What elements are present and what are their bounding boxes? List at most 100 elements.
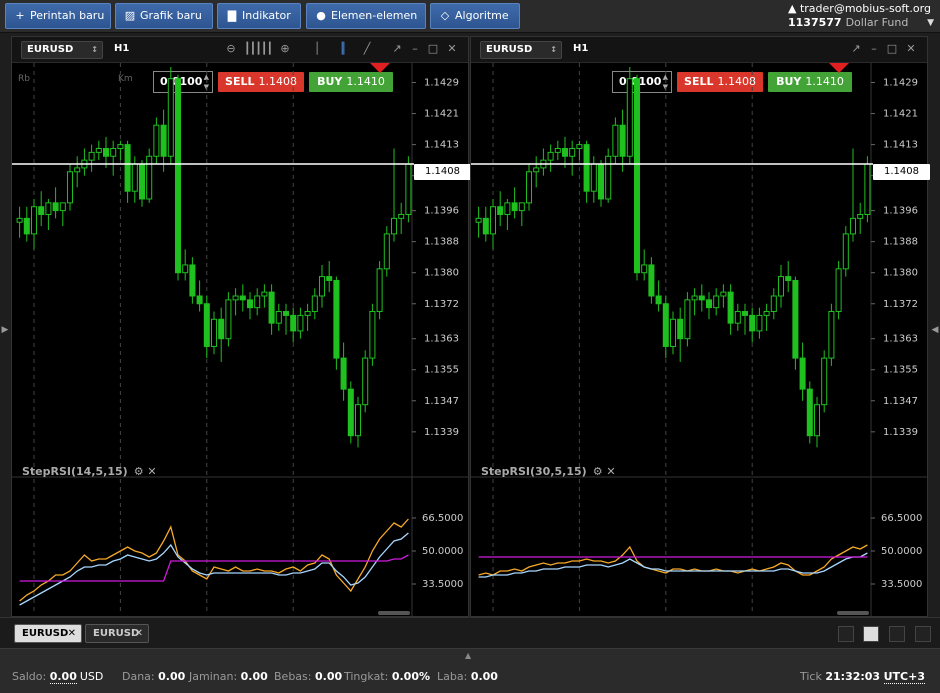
candle-body: [131, 163, 138, 192]
indicator-title: StepRSI(30,5,15): [481, 465, 587, 478]
plus-icon: +: [15, 9, 25, 22]
price-tick-label: 1.1396: [883, 206, 918, 217]
candle-body: [828, 311, 835, 359]
candle-body: [561, 148, 569, 157]
bar-chart-type-icon[interactable]: │: [310, 42, 324, 56]
candle-body: [576, 144, 583, 150]
account-email: trader@mobius-soft.org: [799, 2, 931, 15]
candle-body: [290, 314, 297, 332]
dana-item: Dana: 0.00: [122, 670, 185, 683]
candle-body: [45, 202, 52, 215]
symbol-value: EURUSD: [27, 44, 74, 55]
right-collapse-icon[interactable]: ◀: [930, 320, 940, 340]
timezone-value[interactable]: UTC+3: [883, 670, 925, 684]
chevron-down-icon[interactable]: ▼: [927, 16, 934, 30]
candle-body: [705, 299, 713, 309]
layout-columns-icon[interactable]: [889, 626, 905, 642]
new-chart-button[interactable]: ▨ Grafik baru: [115, 3, 213, 29]
layout-single-icon[interactable]: [838, 626, 854, 642]
maximize-icon[interactable]: □: [426, 42, 440, 56]
close-tab-icon[interactable]: ✕: [135, 625, 143, 642]
candle-body: [497, 206, 504, 215]
candle-body: [275, 311, 282, 324]
left-collapse-icon[interactable]: ▶: [0, 320, 10, 340]
layout-grid-icon[interactable]: [863, 626, 879, 642]
price-chart[interactable]: 24 Okt 22:0025 Okt 10:0025 Okt 22:0026 O…: [471, 63, 927, 616]
tick-item: Tick 21:32:03 UTC+3: [800, 670, 925, 684]
candle-body: [59, 202, 66, 212]
laba-value: 0.00: [470, 670, 498, 683]
price-tick-label: 1.1372: [424, 299, 459, 310]
close-tab-icon[interactable]: ✕: [68, 625, 76, 642]
indicator-series-line: [19, 532, 409, 606]
candle-chart-type-icon[interactable]: ║: [336, 42, 350, 56]
candle-body: [835, 268, 842, 313]
candle-body: [475, 217, 482, 223]
status-bar: ▲ Saldo: 0.00 USD Dana: 0.00 Jaminan: 0.0…: [0, 648, 940, 693]
detach-icon[interactable]: ↗: [390, 42, 404, 56]
elements-button[interactable]: ● Elemen-elemen: [306, 3, 426, 29]
candle-body: [326, 276, 333, 281]
expand-panel-icon[interactable]: ▲: [465, 651, 471, 660]
price-tick-label: 1.1355: [883, 365, 918, 376]
candle-body: [677, 318, 684, 340]
close-icon[interactable]: ✕: [445, 42, 459, 56]
candle-body: [246, 299, 254, 309]
zoom-in-icon[interactable]: ⊕: [278, 42, 292, 56]
candle-body: [597, 163, 605, 200]
tab-label: EURUSD: [22, 628, 69, 639]
candle-body: [849, 217, 857, 235]
chart-pane-header: EURUSD ↕ H1 ↗ – □ ✕: [471, 37, 927, 63]
timeframe-label[interactable]: H1: [573, 43, 588, 54]
detach-icon[interactable]: ↗: [849, 42, 863, 56]
candle-body: [763, 311, 770, 316]
price-tick-label: 1.1421: [424, 109, 459, 120]
close-indicator-icon[interactable]: ✕: [147, 465, 156, 478]
saldo-value[interactable]: 0.00: [49, 670, 77, 684]
candle-body: [547, 151, 554, 161]
indicator-button[interactable]: ▇ Indikator: [217, 3, 301, 29]
candle-body: [857, 213, 864, 219]
zoom-slider-icon[interactable]: ┃┃┃┃┃: [244, 42, 273, 56]
minimize-icon[interactable]: –: [408, 42, 422, 56]
price-chart[interactable]: 24 Okt 22:0025 Okt 10:0025 Okt 22:0026 O…: [12, 63, 468, 616]
zoom-out-icon[interactable]: ⊖: [224, 42, 238, 56]
symbol-select[interactable]: EURUSD ↕: [21, 41, 103, 59]
symbol-value: EURUSD: [486, 44, 533, 55]
jaminan-item: Jaminan: 0.00: [189, 670, 268, 683]
current-price-tag: 1.1408: [414, 164, 471, 180]
tingkat-value: 0.00%: [391, 670, 430, 683]
chart-tab-1[interactable]: EURUSD ✕: [14, 624, 82, 643]
clock-time: 21:32:03: [825, 670, 881, 683]
candle-body: [23, 217, 30, 235]
candle-body: [569, 148, 576, 157]
price-tick-label: 1.1372: [883, 299, 918, 310]
timeframe-label[interactable]: H1: [114, 43, 129, 54]
indicator-title: StepRSI(14,5,15): [22, 465, 128, 478]
candle-body: [210, 318, 218, 347]
account-number: 1137577: [788, 16, 842, 29]
candle-body: [713, 295, 720, 309]
new-order-button[interactable]: + Perintah baru: [5, 3, 111, 29]
algorithm-button[interactable]: ◇ Algoritme: [430, 3, 520, 29]
gear-icon[interactable]: ⚙: [593, 465, 603, 478]
maximize-icon[interactable]: □: [885, 42, 899, 56]
candle-body: [146, 155, 153, 200]
candle-body: [655, 295, 662, 305]
symbol-select[interactable]: EURUSD ↕: [480, 41, 562, 59]
layout-rows-icon[interactable]: [915, 626, 931, 642]
gear-icon[interactable]: ⚙: [134, 465, 144, 478]
indicator-tick-label: 66.5000: [881, 513, 922, 524]
saldo-currency: USD: [79, 670, 104, 683]
account-panel[interactable]: ▲ trader@mobius-soft.org 1137577 Dollar F…: [788, 2, 934, 30]
price-tick-label: 1.1380: [883, 268, 918, 279]
minimize-icon[interactable]: –: [867, 42, 881, 56]
candle-body: [74, 167, 81, 173]
line-chart-type-icon[interactable]: ╱: [360, 42, 374, 56]
candle-body: [792, 279, 799, 359]
bebas-label: Bebas:: [274, 670, 312, 683]
chart-tab-2[interactable]: EURUSD ✕: [85, 624, 149, 643]
candle-body: [749, 314, 756, 332]
close-indicator-icon[interactable]: ✕: [606, 465, 615, 478]
close-icon[interactable]: ✕: [904, 42, 918, 56]
